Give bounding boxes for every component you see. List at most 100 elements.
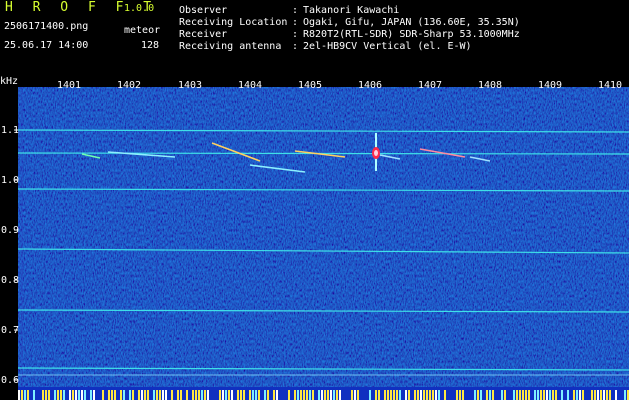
activity-mark — [540, 390, 542, 400]
activity-mark — [327, 390, 329, 400]
activity-mark — [414, 390, 416, 400]
x-tick-1406: 1406 — [358, 80, 382, 91]
x-tick-1410: 1410 — [598, 80, 622, 91]
activity-mark — [201, 390, 203, 400]
activity-mark — [108, 390, 110, 400]
observer-label: Observer — [179, 5, 228, 16]
y-tick-1.1: 1.1 — [1, 125, 19, 136]
activity-mark — [78, 390, 80, 400]
activity-mark — [519, 390, 521, 400]
activity-mark — [399, 390, 401, 400]
file-name: 2506171400.png — [4, 21, 89, 32]
activity-mark — [129, 390, 131, 400]
activity-mark — [543, 390, 545, 400]
y-tick-0.6: 0.6 — [1, 375, 19, 386]
activity-mark — [156, 390, 158, 400]
activity-mark — [300, 390, 302, 400]
activity-mark — [600, 390, 602, 400]
activity-mark — [579, 390, 581, 400]
activity-mark — [255, 390, 257, 400]
activity-mark — [426, 390, 428, 400]
activity-mark — [138, 390, 140, 400]
activity-mark — [309, 390, 311, 400]
spectrogram-plot: kHz 1401 1402 1403 1404 1405 1406 1407 1… — [0, 75, 629, 400]
y-tick-0.9: 0.9 — [1, 225, 19, 236]
activity-mark — [252, 390, 254, 400]
activity-mark — [147, 390, 149, 400]
activity-mark — [444, 390, 446, 400]
activity-mark — [153, 390, 155, 400]
activity-mark — [435, 390, 437, 400]
activity-mark — [27, 390, 29, 400]
activity-mark — [297, 390, 299, 400]
activity-mark — [504, 390, 506, 400]
activity-mark — [24, 390, 26, 400]
activity-mark — [429, 390, 431, 400]
activity-mark — [597, 390, 599, 400]
activity-mark — [45, 390, 47, 400]
activity-mark — [288, 390, 290, 400]
activity-mark — [318, 390, 320, 400]
y-tick-0.8: 0.8 — [1, 275, 19, 286]
activity-mark — [420, 390, 422, 400]
activity-mark — [21, 390, 23, 400]
activity-mark — [141, 390, 143, 400]
app-version: 1.0.0 — [124, 3, 155, 14]
activity-mark — [81, 390, 83, 400]
activity-mark — [486, 390, 488, 400]
activity-mark — [357, 390, 359, 400]
activity-mark — [219, 390, 221, 400]
activity-mark — [159, 390, 161, 400]
activity-mark — [609, 390, 611, 400]
activity-mark — [384, 390, 386, 400]
activity-mark — [102, 390, 104, 400]
activity-mark — [264, 390, 266, 400]
activity-mark — [606, 390, 608, 400]
y-tick-1.0: 1.0 — [1, 175, 19, 186]
x-tick-1404: 1404 — [238, 80, 262, 91]
activity-mark — [207, 390, 209, 400]
activity-mark — [333, 390, 335, 400]
activity-mark — [276, 390, 278, 400]
activity-mark — [522, 390, 524, 400]
activity-mark — [165, 390, 167, 400]
activity-mark — [225, 390, 227, 400]
activity-mark — [351, 390, 353, 400]
activity-mark — [513, 390, 515, 400]
activity-mark — [552, 390, 554, 400]
x-tick-1409: 1409 — [538, 80, 562, 91]
activity-mark — [69, 390, 71, 400]
antenna-label: Receiving antenna — [179, 41, 282, 52]
activity-mark — [387, 390, 389, 400]
activity-mark — [516, 390, 518, 400]
receiver-label: Receiver — [179, 29, 228, 40]
activity-mark — [390, 390, 392, 400]
activity-mark — [177, 390, 179, 400]
activity-mark — [615, 390, 617, 400]
activity-mark — [339, 390, 341, 400]
observer-value: Takanori Kawachi — [303, 5, 400, 16]
x-tick-1408: 1408 — [478, 80, 502, 91]
activity-mark — [321, 390, 323, 400]
activity-mark — [555, 390, 557, 400]
x-tick-1405: 1405 — [298, 80, 322, 91]
activity-mark — [369, 390, 371, 400]
mode-label: meteor — [124, 25, 161, 36]
activity-mark — [480, 390, 482, 400]
activity-mark — [72, 390, 74, 400]
activity-mark — [624, 390, 626, 400]
activity-mark — [573, 390, 575, 400]
meteor-echo-glow — [374, 150, 378, 156]
activity-mark — [489, 390, 491, 400]
location-label: Receiving Location — [179, 17, 288, 28]
activity-mark — [249, 390, 251, 400]
activity-mark — [432, 390, 434, 400]
activity-mark — [162, 390, 164, 400]
activity-mark — [192, 390, 194, 400]
activity-mark — [195, 390, 197, 400]
activity-mark — [594, 390, 596, 400]
activity-mark — [549, 390, 551, 400]
activity-mark — [459, 390, 461, 400]
activity-mark — [84, 390, 86, 400]
activity-mark — [474, 390, 476, 400]
